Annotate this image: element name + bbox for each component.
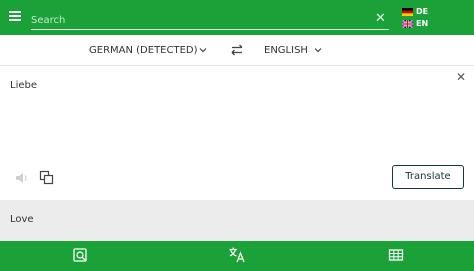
target-language-code: EN — [416, 19, 429, 28]
translation-text: Love — [10, 214, 34, 225]
copy-icon[interactable] — [39, 170, 54, 185]
search-box: ✕ — [31, 12, 389, 30]
camera-search-icon[interactable] — [71, 246, 89, 264]
search-clear-icon[interactable]: ✕ — [374, 12, 387, 26]
phrasebook-icon[interactable] — [387, 246, 405, 264]
swap-languages-icon[interactable] — [230, 43, 244, 57]
translate-button[interactable]: Translate — [392, 165, 464, 189]
source-text-area[interactable]: Liebe ✕ Translate — [0, 66, 474, 200]
search-input[interactable] — [31, 13, 361, 28]
clear-input-icon[interactable]: ✕ — [455, 71, 467, 83]
language-pair-indicator[interactable]: DE EN — [402, 7, 436, 31]
source-language-code: DE — [416, 7, 429, 16]
target-language-label: ENGLISH — [264, 45, 308, 56]
german-flag-icon — [402, 8, 413, 16]
translator-app: ✕ DE EN — [0, 0, 474, 271]
language-selector-bar: GERMAN (DETECTED) ENGLISH — [0, 35, 474, 66]
source-language-dropdown[interactable]: GERMAN (DETECTED) — [89, 44, 207, 58]
source-language-label: GERMAN (DETECTED) — [89, 45, 198, 56]
uk-flag-icon — [402, 20, 413, 28]
top-bar: ✕ DE EN — [0, 0, 474, 35]
chevron-down-icon — [199, 48, 207, 53]
chevron-down-icon — [314, 48, 322, 53]
bottom-navigation — [0, 241, 474, 271]
target-language-row: EN — [402, 19, 436, 29]
target-language-dropdown[interactable]: ENGLISH — [264, 44, 322, 58]
source-text[interactable]: Liebe — [10, 80, 37, 91]
speaker-icon[interactable] — [15, 172, 29, 184]
menu-icon[interactable] — [9, 11, 21, 21]
source-language-row: DE — [402, 7, 436, 17]
translation-result-area: Love — [0, 200, 474, 241]
translate-icon[interactable] — [228, 246, 246, 264]
